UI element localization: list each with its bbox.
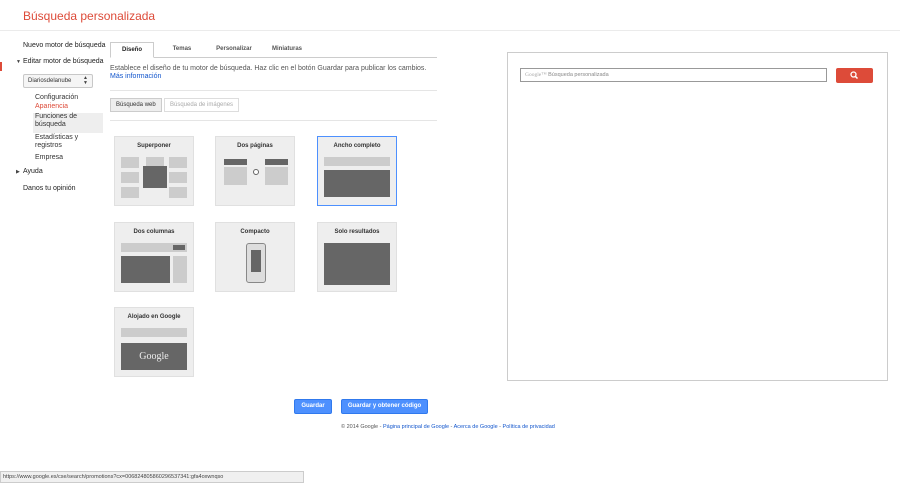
sidebar-item-empresa[interactable]: Empresa [35, 154, 105, 162]
new-engine-link[interactable]: Nuevo motor de búsqueda [23, 42, 106, 49]
engine-select-value: Diariosdelanube [28, 78, 72, 84]
layout-card-compacto[interactable]: Compacto [215, 222, 295, 292]
section-divider [110, 90, 437, 91]
layout-block [324, 243, 390, 285]
layout-card-ancho-completo[interactable]: Ancho completo [317, 136, 397, 206]
arrow-icon [253, 169, 259, 175]
copyright-text: © 2014 Google [341, 424, 379, 430]
layout-block [173, 256, 187, 283]
header-divider [0, 30, 900, 31]
search-icon [850, 71, 859, 80]
layout-block [169, 172, 187, 183]
preview-placeholder: Búsqueda personalizada [548, 72, 609, 78]
description-text: Establece el diseño de tu motor de búsqu… [110, 65, 427, 72]
expanded-triangle-icon: ▼ [16, 59, 21, 65]
layout-block [265, 159, 288, 165]
app-title: Búsqueda personalizada [23, 9, 156, 23]
footer-link-home[interactable]: Página principal de Google [383, 424, 449, 430]
tab-personalizar[interactable]: Personalizar [208, 42, 260, 58]
section-divider-2 [110, 120, 437, 121]
more-info-link[interactable]: Más información [110, 73, 161, 80]
layout-card-dos-columnas[interactable]: Dos columnas [114, 222, 194, 292]
layout-label: Dos páginas [237, 143, 273, 149]
layout-label: Superponer [137, 143, 171, 149]
phone-screen [251, 250, 261, 272]
preview-panel: Google™ Búsqueda personalizada [507, 52, 888, 381]
active-indicator [0, 62, 2, 71]
phone-icon [246, 243, 266, 283]
layout-block [121, 256, 170, 283]
sidebar-item-funciones[interactable]: Funciones de búsqueda [33, 113, 103, 133]
layout-label: Solo resultados [334, 229, 380, 235]
tab-temas[interactable]: Temas [160, 42, 204, 58]
layout-block [324, 157, 390, 166]
layout-block [169, 187, 187, 198]
overlay-panel [143, 166, 167, 188]
layout-label: Alojado en Google [127, 314, 181, 320]
layout-block [324, 170, 390, 197]
preview-search-input[interactable]: Google™ Búsqueda personalizada [520, 68, 827, 82]
layout-block [173, 245, 185, 250]
layout-card-superponer[interactable]: Superponer [114, 136, 194, 206]
layout-label: Ancho completo [333, 143, 381, 149]
feedback-link[interactable]: Danos tu opinión [23, 185, 76, 192]
layout-block [121, 172, 139, 183]
layout-label: Compacto [240, 229, 270, 235]
layout-block [224, 159, 247, 165]
help-link[interactable]: Ayuda [23, 168, 43, 175]
sidebar-item-configuracion[interactable]: Configuración [35, 94, 105, 102]
google-logo: Google [139, 351, 169, 362]
layout-block [121, 328, 187, 337]
footer-link-privacy[interactable]: Política de privacidad [503, 424, 555, 430]
google-label: Google™ [525, 72, 547, 78]
layout-block [224, 167, 247, 185]
sidebar-item-estadisticas[interactable]: Estadísticas y registros [35, 134, 105, 150]
save-and-get-code-button[interactable]: Guardar y obtener código [341, 399, 428, 414]
layout-block [121, 187, 139, 198]
layout-block [121, 157, 139, 168]
footer: © 2014 Google - Página principal de Goog… [341, 424, 555, 430]
edit-engine-link[interactable]: Editar motor de búsqueda [23, 58, 104, 65]
layout-block: Google [121, 343, 187, 370]
status-bar-url: https://www.google.es/cse/search/promoti… [0, 471, 304, 483]
layout-card-alojado[interactable]: Alojado en Google Google [114, 307, 194, 377]
tab-miniaturas[interactable]: Miniaturas [260, 42, 314, 58]
collapsed-triangle-icon: ▶ [16, 169, 20, 175]
layout-block [265, 167, 288, 185]
select-arrows-icon: ▲ ▼ [83, 75, 88, 86]
layout-block [169, 157, 187, 168]
tab-diseno[interactable]: Diseño [110, 42, 154, 58]
sidebar-item-apariencia[interactable]: Apariencia [35, 103, 105, 111]
layout-card-solo-resultados[interactable]: Solo resultados [317, 222, 397, 292]
tab-web-search[interactable]: Búsqueda web [110, 98, 162, 112]
layout-label: Dos columnas [133, 229, 175, 235]
save-button[interactable]: Guardar [294, 399, 332, 414]
preview-search-button[interactable] [836, 68, 873, 83]
engine-select[interactable]: Diariosdelanube ▲ ▼ [23, 74, 93, 88]
footer-link-about[interactable]: Acerca de Google [454, 424, 498, 430]
layout-card-dos-paginas[interactable]: Dos páginas [215, 136, 295, 206]
tab-image-search[interactable]: Búsqueda de imágenes [164, 98, 240, 112]
